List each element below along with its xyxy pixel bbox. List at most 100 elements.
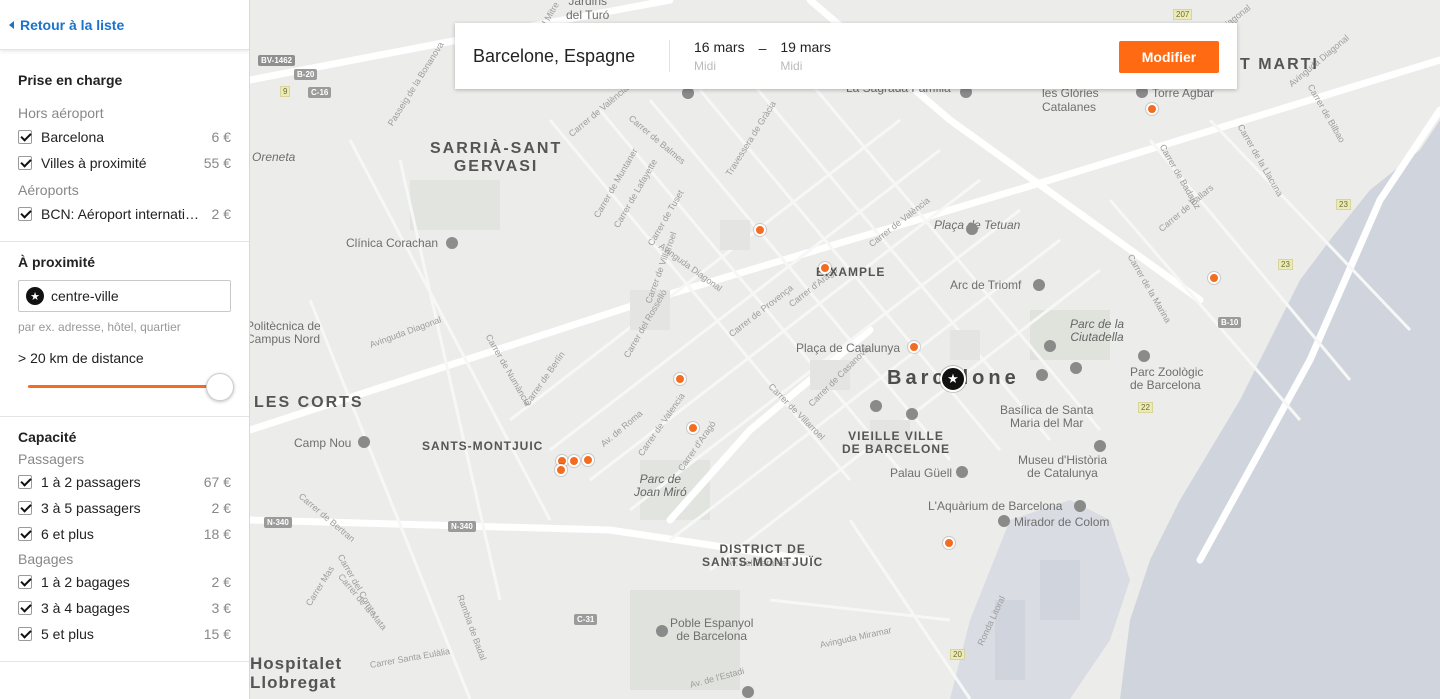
- nearby-section: À proximité ★ centre-ville par ex. adres…: [0, 242, 249, 417]
- place-oreneta: Oreneta: [252, 150, 296, 164]
- rental-location-marker[interactable]: [568, 455, 580, 467]
- filter-label: 6 et plus: [41, 526, 94, 542]
- modify-button[interactable]: Modifier: [1119, 41, 1219, 73]
- road-badge: 207: [1173, 9, 1193, 20]
- road-badge: 23: [1278, 259, 1293, 270]
- road-badge: 22: [1138, 402, 1153, 413]
- place-glories: les Glòries Catalanes: [1042, 86, 1099, 114]
- filter-price: 2 €: [211, 206, 231, 222]
- rental-location-marker[interactable]: [555, 464, 567, 476]
- rental-location-marker[interactable]: [687, 422, 699, 434]
- rental-location-marker[interactable]: [582, 454, 594, 466]
- district-sants-montjuic: DISTRICT DE SANTS-MONTJUÏC: [702, 542, 824, 569]
- checkbox-barcelona[interactable]: [18, 130, 32, 144]
- place-museu-historia: Museu d'Història de Catalunya: [1018, 453, 1107, 480]
- filter-nearby-cities[interactable]: Villes à proximité 55 €: [18, 150, 231, 176]
- poi-icon: [656, 625, 668, 637]
- filter-passengers-3-5[interactable]: 3 à 5 passagers 2 €: [18, 495, 231, 521]
- rental-location-marker[interactable]: [908, 341, 920, 353]
- poi-icon: [1033, 279, 1045, 291]
- checkbox-passengers-3-5[interactable]: [18, 501, 32, 515]
- road-badge: N-340: [448, 521, 476, 532]
- district-vieille-ville: VIEILLE VILLE DE BARCELONE: [842, 429, 951, 456]
- star-icon: ★: [26, 287, 44, 305]
- checkbox-passengers-1-2[interactable]: [18, 475, 32, 489]
- end-date[interactable]: 19 mars Midi: [756, 39, 831, 73]
- rental-location-marker[interactable]: [1146, 103, 1158, 115]
- filter-passengers-1-2[interactable]: 1 à 2 passagers 67 €: [18, 469, 231, 495]
- place-camp-nou: Camp Nou: [294, 436, 352, 450]
- destination-label[interactable]: Barcelone, Espagne: [455, 46, 669, 67]
- location-input[interactable]: ★ centre-ville: [18, 280, 231, 312]
- district-sants: SANTS-MONTJUIC: [422, 439, 544, 453]
- filter-label: Villes à proximité: [41, 155, 147, 171]
- city-center-star-icon[interactable]: ★: [940, 366, 966, 392]
- poi-icon: [870, 400, 882, 412]
- place-politecnica: Politècnica de Campus Nord: [250, 319, 321, 346]
- map-canvas[interactable]: BV-1462 B-20 C-16 9 N-340 N-340 C-31 B-1…: [250, 0, 1440, 699]
- filter-bags-1-2[interactable]: 1 à 2 bagages 2 €: [18, 569, 231, 595]
- filter-passengers-6-plus[interactable]: 6 et plus 18 €: [18, 521, 231, 547]
- poi-icon: [1094, 440, 1106, 452]
- filter-bcn-airport[interactable]: BCN: Aéroport international de Barcelone…: [18, 201, 231, 227]
- checkbox-bags-1-2[interactable]: [18, 575, 32, 589]
- checkbox-bcn-airport[interactable]: [18, 207, 32, 221]
- filter-barcelona[interactable]: Barcelona 6 €: [18, 124, 231, 150]
- checkbox-passengers-6-plus[interactable]: [18, 527, 32, 541]
- filter-price: 3 €: [211, 600, 231, 616]
- poi-icon: [998, 515, 1010, 527]
- filter-price: 67 €: [203, 474, 231, 490]
- poi-icon: [1070, 362, 1082, 374]
- road-badge: B-10: [1218, 317, 1242, 328]
- rental-location-marker[interactable]: [943, 537, 955, 549]
- checkbox-bags-3-4[interactable]: [18, 601, 32, 615]
- road-badge: 23: [1336, 199, 1351, 210]
- place-placa-catalunya: Plaça de Catalunya: [796, 341, 901, 355]
- airports-subtitle: Aéroports: [18, 182, 79, 198]
- filter-price: 18 €: [203, 526, 231, 542]
- filter-label: 5 et plus: [41, 626, 94, 642]
- pickup-title: Prise en charge: [18, 72, 123, 88]
- capacity-title: Capacité: [18, 429, 77, 445]
- filter-bags-3-4[interactable]: 3 à 4 bagages 3 €: [18, 595, 231, 621]
- poi-icon: [742, 686, 754, 698]
- filter-price: 2 €: [211, 574, 231, 590]
- distance-slider[interactable]: [18, 372, 234, 402]
- start-time-value: Midi: [694, 59, 717, 73]
- poi-icon: [956, 466, 968, 478]
- start-date-value: 16 mars: [694, 39, 745, 55]
- distance-label: > 20 km de distance: [18, 350, 144, 366]
- zoo-icon: [1138, 350, 1150, 362]
- rental-location-marker[interactable]: [674, 373, 686, 385]
- search-summary-card: Barcelone, Espagne 16 mars Midi – 19 mar…: [455, 23, 1237, 89]
- road-badge: C-16: [308, 87, 332, 98]
- stadium-icon: [358, 436, 370, 448]
- place-mirador-colom: Mirador de Colom: [1014, 515, 1110, 529]
- checkbox-bags-5-plus[interactable]: [18, 627, 32, 641]
- rental-location-marker[interactable]: [1208, 272, 1220, 284]
- hospital-icon: [446, 237, 458, 249]
- filter-label: 3 à 5 passagers: [41, 500, 141, 516]
- place-arc-triomf: Arc de Triomf: [950, 278, 1022, 292]
- district-sant-marti: T MARTI: [1240, 56, 1319, 73]
- rental-location-marker[interactable]: [819, 262, 831, 274]
- place-poble-espanyol: Poble Espanyol de Barcelona: [670, 616, 754, 643]
- road-badge: N-340: [264, 517, 292, 528]
- filter-bags-5-plus[interactable]: 5 et plus 15 €: [18, 621, 231, 647]
- checkbox-nearby-cities[interactable]: [18, 156, 32, 170]
- poi-icon: [1036, 369, 1048, 381]
- road-badge: BV-1462: [258, 55, 296, 66]
- district-les-corts: LES CORTS: [254, 394, 364, 411]
- filter-label: 1 à 2 bagages: [41, 574, 130, 590]
- filter-sidebar: Retour à la liste Prise en charge Hors a…: [0, 0, 250, 699]
- start-date[interactable]: 16 mars Midi: [670, 39, 745, 73]
- location-input-value: centre-ville: [51, 288, 119, 304]
- place-clinica-corachan: Clínica Corachan: [346, 236, 439, 250]
- filter-price: 15 €: [203, 626, 231, 642]
- rental-location-marker[interactable]: [754, 224, 766, 236]
- pickup-section: Prise en charge Hors aéroport Barcelona …: [0, 50, 249, 242]
- slider-handle[interactable]: [206, 373, 234, 401]
- place-basilica: Basílica de Santa Maria del Mar: [1000, 403, 1094, 430]
- back-to-list-link[interactable]: Retour à la liste: [0, 0, 249, 50]
- road-badge: 20: [950, 649, 965, 660]
